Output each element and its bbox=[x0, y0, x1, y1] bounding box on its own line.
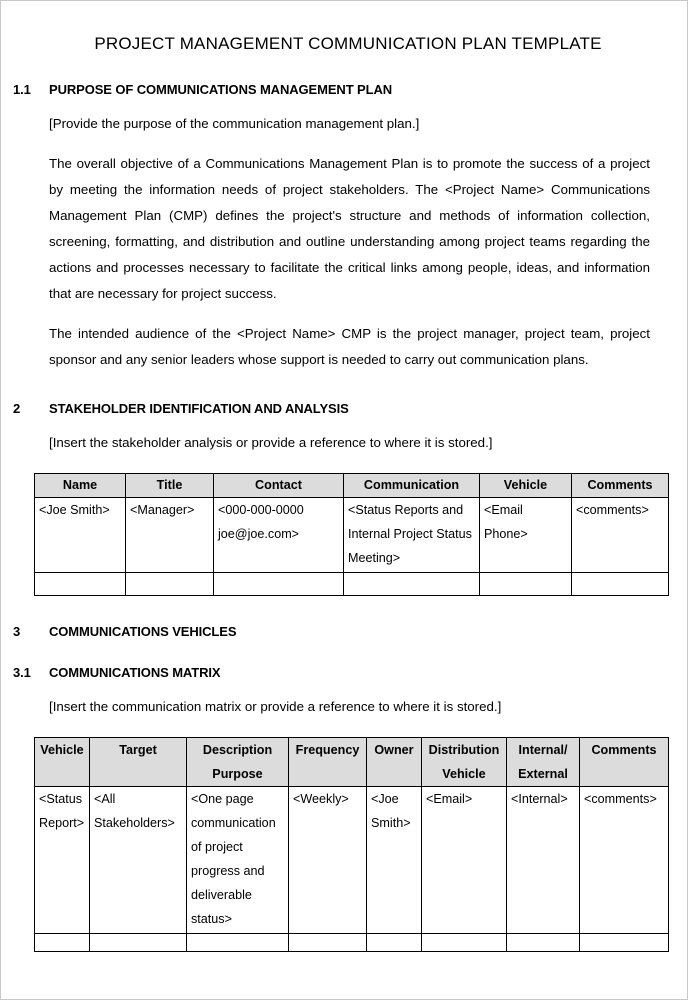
cell-comments[interactable]: <comments> bbox=[579, 786, 669, 935]
column-header-internal-external: Internal/ External bbox=[506, 737, 580, 788]
document-page: PROJECT MANAGEMENT COMMUNICATION PLAN TE… bbox=[0, 0, 688, 1000]
cell-description-purpose[interactable] bbox=[186, 933, 289, 953]
cell-vehicle[interactable]: <Email Phone> bbox=[479, 497, 572, 574]
cell-comments[interactable] bbox=[579, 933, 669, 953]
heading-3-number: 3 bbox=[13, 624, 21, 640]
cell-owner[interactable] bbox=[366, 933, 422, 953]
column-header-description-purpose: Description Purpose bbox=[186, 737, 289, 788]
heading-1-1: 1.1 PURPOSE OF COMMUNICATIONS MANAGEMENT… bbox=[13, 82, 669, 97]
column-header-communication: Communication bbox=[343, 473, 480, 499]
cell-owner[interactable]: <Joe Smith> bbox=[366, 786, 422, 935]
column-header-title: Title bbox=[125, 473, 214, 499]
cell-title[interactable] bbox=[125, 572, 214, 597]
heading-3-1-text: COMMUNICATIONS MATRIX bbox=[49, 665, 221, 681]
cell-contact[interactable]: <000-000-0000 joe@joe.com> bbox=[213, 497, 344, 574]
cell-title[interactable]: <Manager> bbox=[125, 497, 214, 574]
cell-distribution-vehicle[interactable] bbox=[421, 933, 507, 953]
column-header-distribution-vehicle: Distribution Vehicle bbox=[421, 737, 507, 788]
column-header-target: Target bbox=[89, 737, 187, 788]
instruction-stakeholder: [Insert the stakeholder analysis or prov… bbox=[49, 435, 493, 451]
instruction-matrix: [Insert the communication matrix or prov… bbox=[49, 699, 502, 715]
instruction-purpose: [Provide the purpose of the communicatio… bbox=[49, 116, 420, 132]
cell-name[interactable] bbox=[34, 572, 126, 597]
cell-distribution-vehicle[interactable]: <Email> bbox=[421, 786, 507, 935]
cell-name[interactable]: <Joe Smith> bbox=[34, 497, 126, 574]
communications-matrix-table: Vehicle Target Description Purpose Frequ… bbox=[34, 737, 669, 953]
table-row[interactable]: <Status Report> <All Stakeholders> <One … bbox=[34, 786, 669, 935]
cell-frequency[interactable]: <Weekly> bbox=[288, 786, 367, 935]
heading-1-1-text: PURPOSE OF COMMUNICATIONS MANAGEMENT PLA… bbox=[49, 82, 393, 98]
cell-communication[interactable]: <Status Reports and Internal Project Sta… bbox=[343, 497, 480, 574]
column-header-comments: Comments bbox=[579, 737, 669, 788]
table-header-row: Vehicle Target Description Purpose Frequ… bbox=[34, 737, 669, 788]
cell-contact[interactable] bbox=[213, 572, 344, 597]
column-header-frequency: Frequency bbox=[288, 737, 367, 788]
heading-2-text: STAKEHOLDER IDENTIFICATION AND ANALYSIS bbox=[49, 401, 349, 417]
paragraph-audience: The intended audience of the <Project Na… bbox=[49, 326, 650, 368]
paragraph-objective: The overall objective of a Communication… bbox=[49, 156, 650, 302]
page-title: PROJECT MANAGEMENT COMMUNICATION PLAN TE… bbox=[94, 34, 602, 53]
column-header-comments: Comments bbox=[571, 473, 669, 499]
cell-communication[interactable] bbox=[343, 572, 480, 597]
cell-internal-external[interactable] bbox=[506, 933, 580, 953]
heading-3-1: 3.1 COMMUNICATIONS MATRIX bbox=[13, 665, 669, 680]
table-row[interactable]: <Joe Smith> <Manager> <000-000-0000 joe@… bbox=[34, 497, 669, 574]
cell-vehicle[interactable] bbox=[479, 572, 572, 597]
column-header-vehicle: Vehicle bbox=[479, 473, 572, 499]
cell-comments[interactable]: <comments> bbox=[571, 497, 669, 574]
heading-1-1-number: 1.1 bbox=[13, 82, 31, 98]
column-header-owner: Owner bbox=[366, 737, 422, 788]
stakeholder-identification-table: Name Title Contact Communication Vehicle… bbox=[34, 473, 669, 597]
column-header-contact: Contact bbox=[213, 473, 344, 499]
table-row[interactable] bbox=[34, 572, 669, 597]
cell-internal-external[interactable]: <Internal> bbox=[506, 786, 580, 935]
column-header-name: Name bbox=[34, 473, 126, 499]
cell-vehicle[interactable] bbox=[34, 933, 90, 953]
cell-frequency[interactable] bbox=[288, 933, 367, 953]
document-content: PROJECT MANAGEMENT COMMUNICATION PLAN TE… bbox=[13, 1, 669, 953]
heading-3: 3 COMMUNICATIONS VEHICLES bbox=[13, 624, 669, 639]
heading-3-1-number: 3.1 bbox=[13, 665, 31, 681]
cell-target[interactable]: <All Stakeholders> bbox=[89, 786, 187, 935]
heading-2: 2 STAKEHOLDER IDENTIFICATION AND ANALYSI… bbox=[13, 401, 669, 416]
cell-comments[interactable] bbox=[571, 572, 669, 597]
heading-3-text: COMMUNICATIONS VEHICLES bbox=[49, 624, 237, 640]
heading-2-number: 2 bbox=[13, 401, 21, 417]
column-header-vehicle: Vehicle bbox=[34, 737, 90, 788]
table-header-row: Name Title Contact Communication Vehicle… bbox=[34, 473, 669, 499]
cell-vehicle[interactable]: <Status Report> bbox=[34, 786, 90, 935]
cell-description-purpose[interactable]: <One page communication of project progr… bbox=[186, 786, 289, 935]
cell-target[interactable] bbox=[89, 933, 187, 953]
table-row[interactable] bbox=[34, 933, 669, 953]
